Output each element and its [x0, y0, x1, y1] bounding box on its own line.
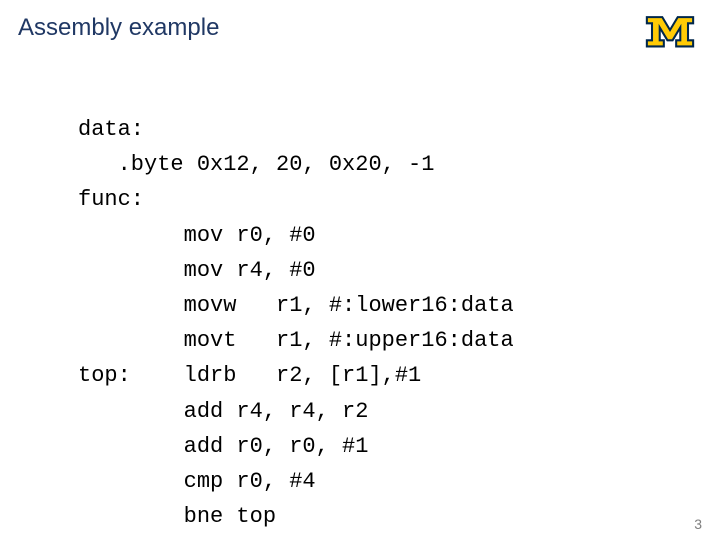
block-m-logo — [640, 12, 700, 48]
assembly-code-block: data: .byte 0x12, 20, 0x20, -1 func: mov… — [78, 112, 514, 534]
page-number: 3 — [694, 516, 702, 532]
block-m-icon — [640, 12, 700, 48]
slide-title: Assembly example — [18, 14, 219, 42]
